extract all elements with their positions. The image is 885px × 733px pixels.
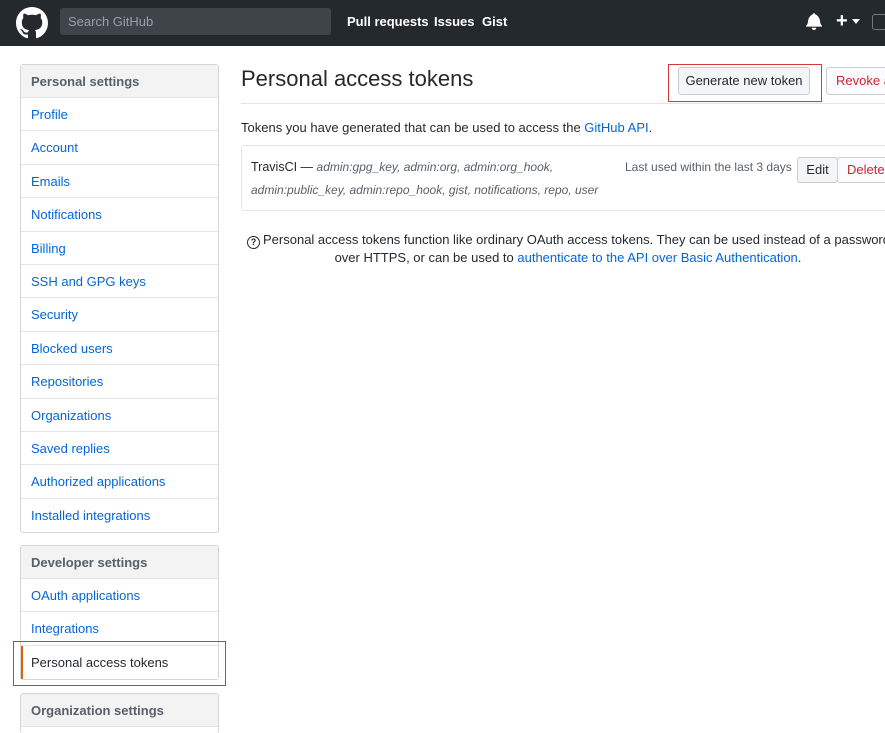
plus-icon[interactable]: + (836, 11, 848, 31)
intro-prefix: Tokens you have generated that can be us… (241, 120, 585, 135)
generate-new-token-button[interactable]: Generate new token (678, 67, 810, 95)
organization-settings-menu: Organization settings (20, 693, 219, 733)
sidebar-item-repositories[interactable]: Repositories (21, 365, 218, 399)
sidebar-item-blocked-users[interactable]: Blocked users (21, 332, 218, 366)
search-input[interactable]: Search GitHub (60, 8, 331, 35)
help-note-text1: Personal access tokens function like ord… (263, 232, 885, 247)
sidebar-item-saved-replies[interactable]: Saved replies (21, 432, 218, 466)
avatar[interactable] (872, 14, 885, 30)
sidebar-item-security[interactable]: Security (21, 298, 218, 332)
token-scopes-line1: admin:gpg_key, admin:org, admin:org_hook… (316, 160, 554, 174)
nav-gist[interactable]: Gist (482, 14, 507, 29)
help-note-line1: ? Personal access tokens function like or… (241, 231, 885, 249)
top-header: Search GitHub Pull requests Issues Gist … (0, 0, 885, 46)
token-name: TravisCI (251, 160, 298, 174)
help-note-prefix: over HTTPS, or can be used to (334, 250, 518, 265)
help-note-suffix: . (797, 250, 802, 265)
intro-text: Tokens you have generated that can be us… (241, 120, 652, 135)
nav-issues[interactable]: Issues (434, 14, 474, 29)
page-title: Personal access tokens (241, 66, 474, 91)
delete-token-button[interactable]: Delete (837, 157, 885, 183)
organization-settings-heading: Organization settings (21, 694, 218, 727)
edit-token-button[interactable]: Edit (797, 157, 838, 183)
developer-settings-heading: Developer settings (21, 546, 218, 579)
help-note-line2: over HTTPS, or can be used to authentica… (241, 249, 885, 267)
sidebar-item-oauth-applications[interactable]: OAuth applications (21, 579, 218, 613)
sidebar-item-authorized-applications[interactable]: Authorized applications (21, 465, 218, 499)
caret-down-icon[interactable] (852, 19, 860, 24)
question-circle-icon: ? (247, 236, 260, 249)
personal-settings-menu: Personal settings Profile Account Emails… (20, 64, 219, 534)
revoke-all-button[interactable]: Revoke a (826, 67, 885, 95)
github-octocat-icon[interactable] (16, 7, 48, 39)
highlight-box-sidebar (13, 641, 226, 686)
token-name-line: TravisCI — admin:gpg_key, admin:org, adm… (251, 160, 553, 174)
sidebar-item-notifications[interactable]: Notifications (21, 198, 218, 232)
personal-settings-heading: Personal settings (21, 65, 218, 98)
sidebar-item-account[interactable]: Account (21, 131, 218, 165)
github-api-link[interactable]: GitHub API (584, 120, 648, 135)
sidebar-item-profile[interactable]: Profile (21, 98, 218, 132)
sidebar-item-installed-integrations[interactable]: Installed integrations (21, 499, 218, 532)
nav-pull-requests[interactable]: Pull requests (347, 14, 429, 29)
token-separator: — (297, 160, 317, 174)
basic-auth-link[interactable]: authenticate to the API over Basic Authe… (517, 250, 797, 265)
token-scopes-line2: admin:public_key, admin:repo_hook, gist,… (251, 183, 599, 197)
intro-suffix: . (648, 120, 653, 135)
help-note: ? Personal access tokens function like or… (241, 231, 885, 267)
token-list-item: TravisCI — admin:gpg_key, admin:org, adm… (241, 145, 885, 211)
sidebar-item-emails[interactable]: Emails (21, 165, 218, 199)
title-divider (241, 103, 885, 104)
sidebar-item-billing[interactable]: Billing (21, 232, 218, 265)
sidebar-item-ssh-gpg-keys[interactable]: SSH and GPG keys (21, 265, 218, 299)
token-last-used: Last used within the last 3 days (625, 160, 792, 174)
bell-icon[interactable] (806, 12, 822, 30)
sidebar-item-organizations[interactable]: Organizations (21, 399, 218, 432)
